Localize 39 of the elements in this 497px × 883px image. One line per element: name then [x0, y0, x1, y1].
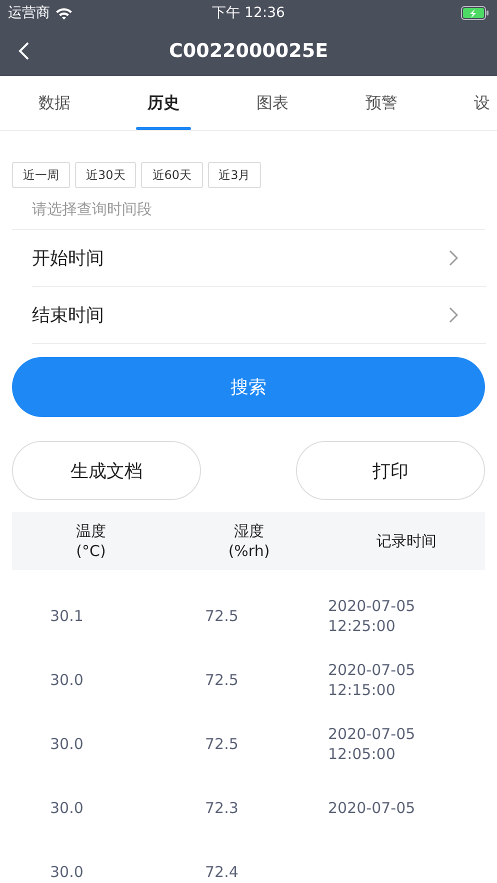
action-button[interactable]: 生成文档	[12, 441, 201, 500]
table-cell-text: 72.5	[204, 734, 240, 754]
chevron-icon	[449, 307, 458, 323]
range-button[interactable]: 近一周	[12, 162, 70, 188]
column-header: 记录时间	[376, 531, 438, 551]
table-cell-text: 2020-07-05 12:15:00	[328, 660, 416, 700]
table-cell-text: 72.5	[204, 670, 240, 690]
table-cell-text: 72.3	[204, 798, 240, 818]
column-header: 湿度 (%rh)	[227, 521, 271, 561]
table-cell-text: 2020-07-05 12:25:00	[328, 596, 416, 636]
tab[interactable]: 设	[436, 76, 497, 130]
wifi-icon	[55, 6, 73, 20]
range-button[interactable]: 近30天	[75, 162, 136, 188]
chevron-icon	[449, 250, 458, 266]
table-cell-text: 30.0	[49, 798, 84, 818]
tab[interactable]: 预警	[327, 76, 436, 130]
tab[interactable]: 历史	[109, 76, 218, 130]
range-hint: 请选择查询时间段	[12, 188, 485, 230]
page-title: C0022000025E	[168, 40, 328, 62]
table-cell-text: 2020-07-05	[328, 798, 416, 818]
battery-icon	[461, 6, 489, 20]
search-button[interactable]: 搜索	[12, 357, 485, 417]
carrier-label: 运营商	[8, 4, 50, 22]
tab[interactable]: 数据	[0, 76, 109, 130]
table-cell-text: 2020-07-05 12:05:00	[328, 724, 416, 764]
table-cell-text: 30.0	[49, 670, 84, 690]
column-header: 温度 (°C)	[75, 521, 107, 561]
table-cell-text: 30.0	[49, 734, 84, 754]
time-picker-row[interactable]: 开始时间	[32, 230, 486, 287]
table-cell-text: 72.5	[204, 606, 240, 626]
tab[interactable]: 图表	[218, 76, 327, 130]
range-button[interactable]: 近3月	[208, 162, 262, 188]
table-cell-text: 30.0	[49, 862, 84, 882]
clock-label: 下午 12:36	[212, 4, 285, 22]
range-button[interactable]: 近60天	[141, 162, 203, 188]
time-picker-row[interactable]: 结束时间	[32, 287, 486, 344]
table-cell-text: 30.1	[49, 606, 84, 626]
table-cell-text: 72.4	[204, 862, 240, 882]
action-button[interactable]: 打印	[296, 441, 485, 500]
